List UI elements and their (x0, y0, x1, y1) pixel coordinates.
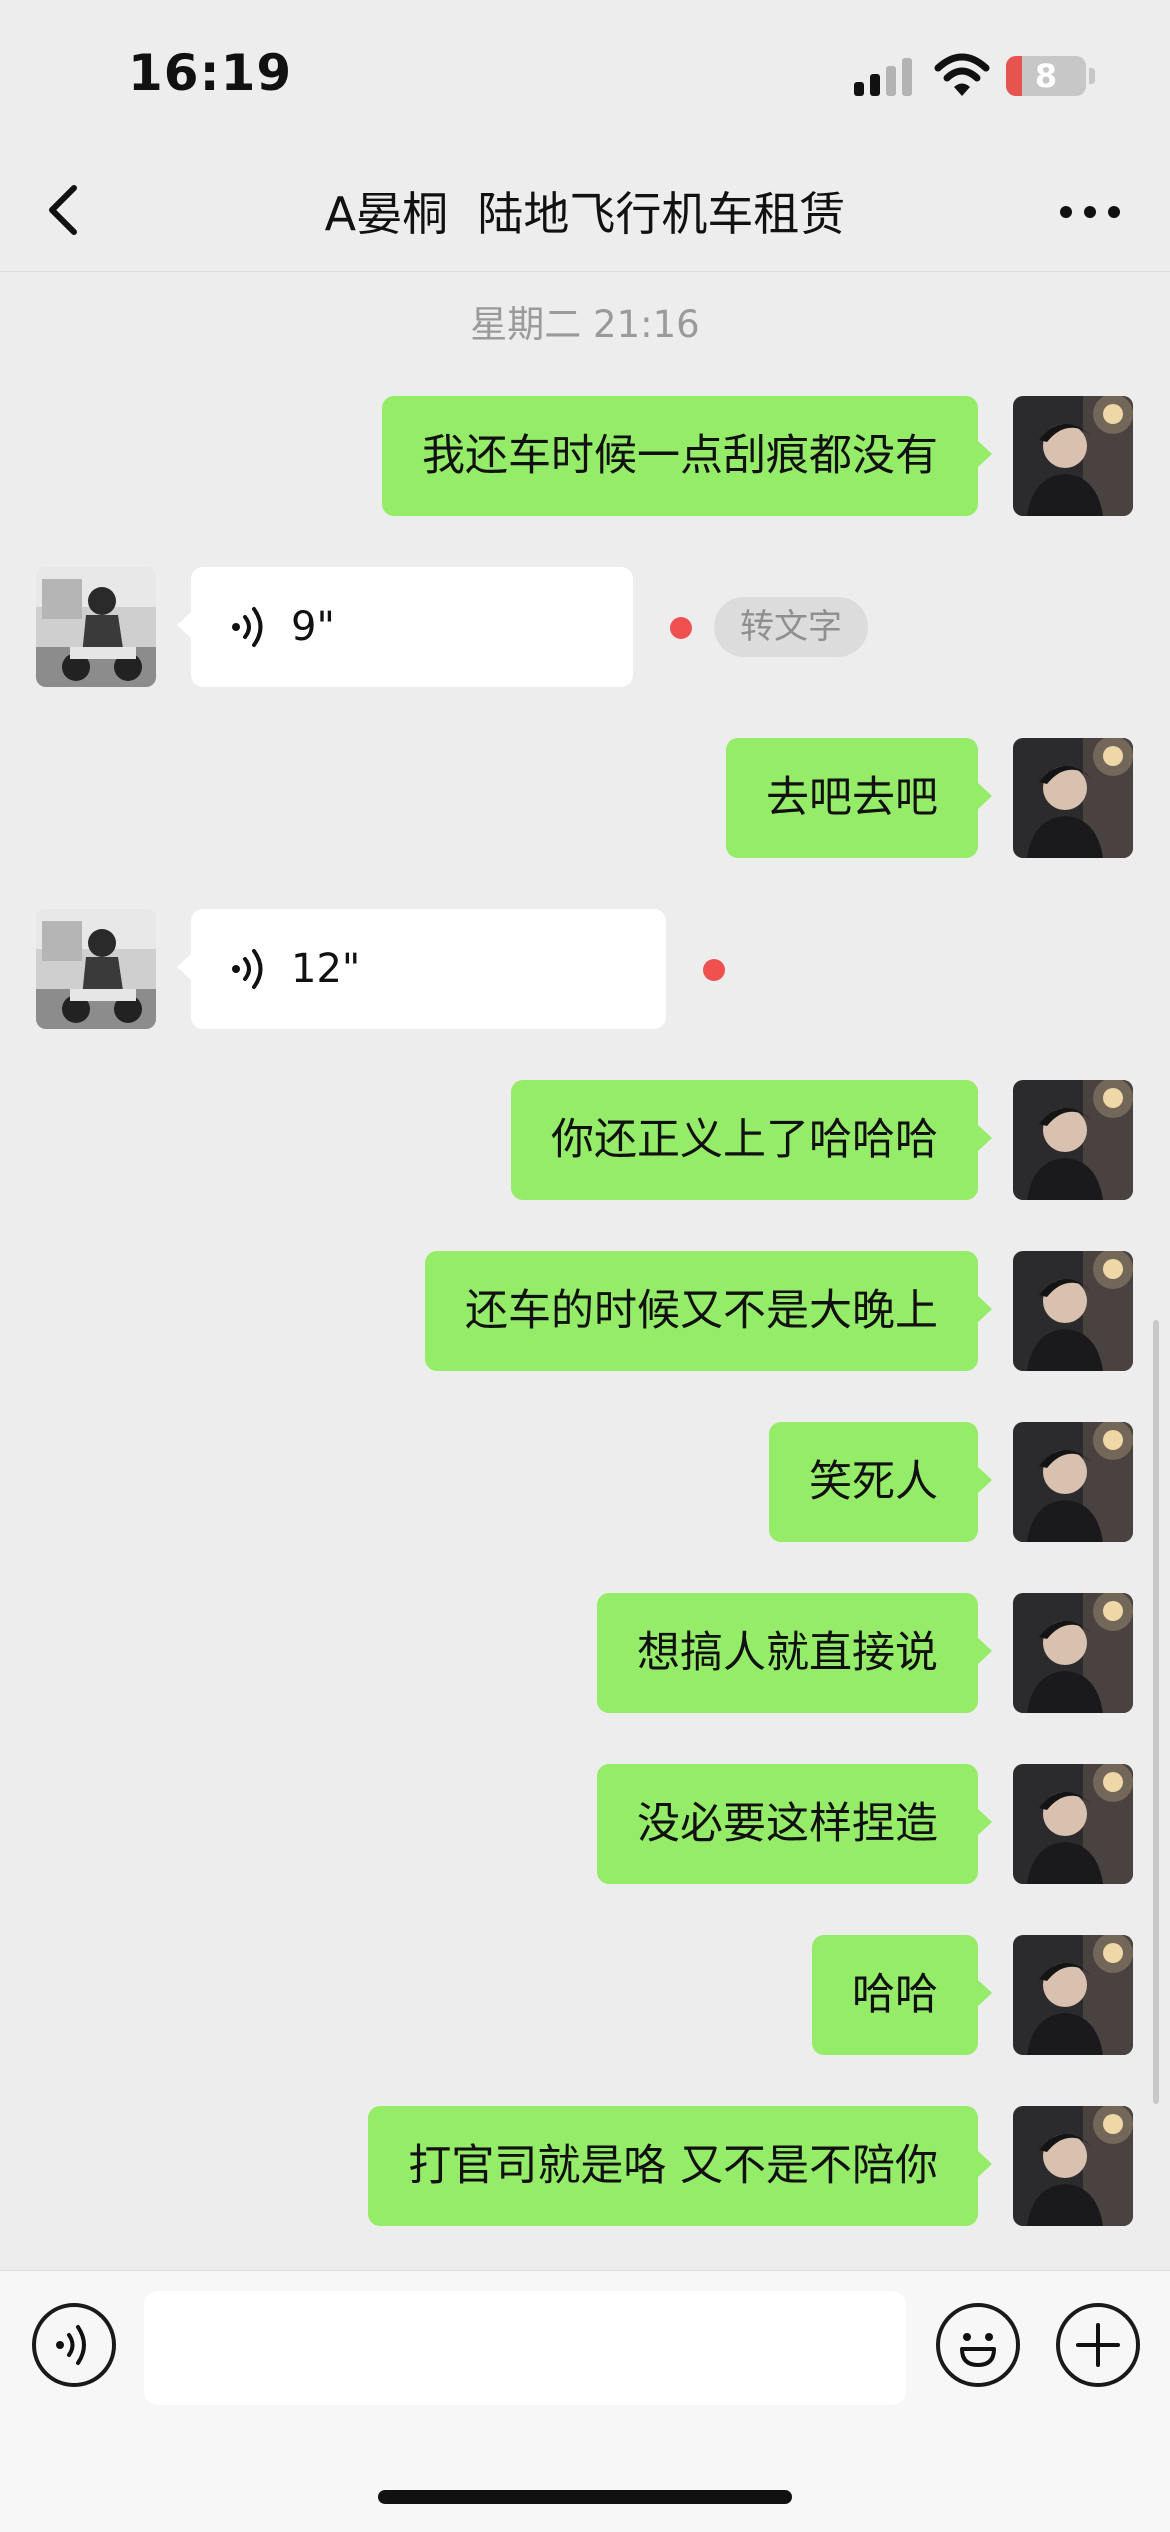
voice-wave-icon (232, 949, 263, 989)
message-row: 笑死人 (0, 1422, 1170, 1544)
message-row: 没必要这样捏造 (0, 1764, 1170, 1886)
status-time: 16:19 (128, 44, 293, 102)
emoji-icon[interactable] (936, 2303, 1020, 2387)
message-row: 想搞人就直接说 (0, 1593, 1170, 1715)
my-avatar[interactable] (1013, 1935, 1133, 2055)
my-avatar[interactable] (1013, 1593, 1133, 1713)
contact-avatar[interactable] (36, 567, 156, 687)
more-dots-icon[interactable] (1056, 192, 1124, 232)
message-bubble[interactable]: 去吧去吧 (726, 738, 992, 858)
plus-icon[interactable] (1056, 2303, 1140, 2387)
chat-header: A晏桐 陆地飞行机车租赁 (0, 150, 1170, 272)
convert-to-text-button[interactable]: 转文字 (714, 597, 868, 657)
message-input[interactable] (144, 2291, 906, 2405)
my-avatar[interactable] (1013, 1422, 1133, 1542)
message-bubble[interactable]: 还车的时候又不是大晚上 (425, 1251, 992, 1371)
voice-wave-icon (232, 607, 263, 647)
message-row: 哈哈 (0, 1935, 1170, 2057)
message-bubble[interactable]: 想搞人就直接说 (597, 1593, 992, 1713)
voice-duration: 9" (291, 604, 335, 650)
unread-dot (670, 617, 692, 639)
chat-timestamp: 星期二 21:16 (470, 303, 700, 346)
voice-duration: 12" (291, 946, 361, 992)
voice-input-icon[interactable] (32, 2303, 116, 2387)
my-avatar[interactable] (1013, 1764, 1133, 1884)
cellular-signal-icon (854, 58, 914, 96)
message-bubble[interactable]: 打官司就是咯 又不是不陪你 (368, 2106, 992, 2226)
my-avatar[interactable] (1013, 396, 1133, 516)
message-row: 打官司就是咯 又不是不陪你 (0, 2106, 1170, 2228)
chevron-left-icon[interactable] (36, 174, 96, 246)
message-bubble[interactable]: 你还正义上了哈哈哈 (511, 1080, 992, 1200)
message-bubble[interactable]: 笑死人 (769, 1422, 992, 1542)
my-avatar[interactable] (1013, 738, 1133, 858)
message-bubble[interactable]: 我还车时候一点刮痕都没有 (382, 396, 992, 516)
message-row: 还车的时候又不是大晚上 (0, 1251, 1170, 1373)
voice-message-bubble[interactable]: 9" (177, 567, 633, 687)
contact-avatar[interactable] (36, 909, 156, 1029)
voice-message-bubble[interactable]: 12" (177, 909, 666, 1029)
message-bubble[interactable]: 哈哈 (812, 1935, 992, 2055)
battery-icon: 8 (1006, 56, 1086, 96)
my-avatar[interactable] (1013, 1080, 1133, 1200)
message-row: 我还车时候一点刮痕都没有 (0, 396, 1170, 518)
my-avatar[interactable] (1013, 1251, 1133, 1371)
my-avatar[interactable] (1013, 2106, 1133, 2226)
message-row: 你还正义上了哈哈哈 (0, 1080, 1170, 1202)
unread-dot (703, 959, 725, 981)
home-indicator[interactable] (378, 2490, 792, 2504)
battery-tip (1089, 68, 1095, 84)
message-row: 9" 转文字 (0, 567, 1170, 689)
message-row: 去吧去吧 (0, 738, 1170, 860)
wifi-icon (934, 53, 990, 96)
status-bar: 16:19 8 (0, 0, 1170, 150)
battery-level: 8 (1034, 57, 1058, 95)
scrollbar[interactable] (1153, 1320, 1159, 2104)
chat-title: A晏桐 陆地飞行机车租赁 (324, 187, 846, 241)
message-bubble[interactable]: 没必要这样捏造 (597, 1764, 992, 1884)
message-row: 12" (0, 909, 1170, 1031)
